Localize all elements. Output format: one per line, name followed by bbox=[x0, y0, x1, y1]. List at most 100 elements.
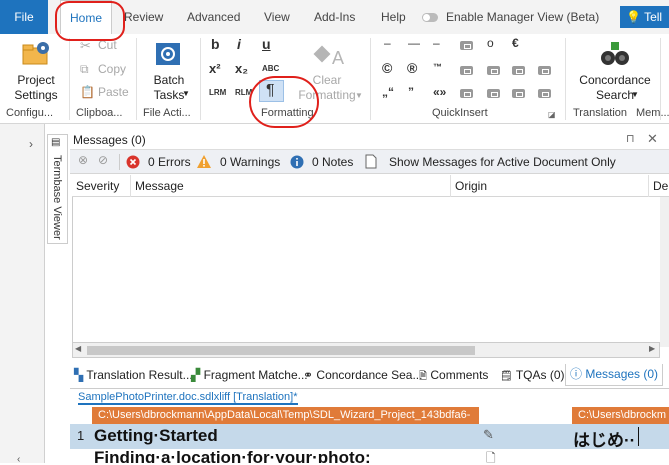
quickinsert-tag-icon[interactable] bbox=[538, 89, 551, 98]
copy-label: Copy bbox=[98, 62, 127, 76]
document-tab[interactable]: SamplePhotoPrinter.doc.sdlxliff [Transla… bbox=[78, 391, 298, 405]
translation-results-icon: ▚ bbox=[74, 368, 84, 382]
source-segment: Getting·Started bbox=[94, 426, 218, 445]
quickinsert-dash-2[interactable]: – bbox=[433, 36, 440, 50]
quickinsert-low-quotes[interactable]: „“ bbox=[382, 85, 394, 99]
group-label-configuration: Configu... bbox=[6, 107, 54, 119]
quickinsert-trademark[interactable]: ™ bbox=[433, 62, 442, 72]
clipboard-icon: 📋 bbox=[80, 85, 95, 99]
column-severity[interactable]: Severity bbox=[72, 175, 131, 197]
dialog-launcher-icon[interactable]: ◪ bbox=[548, 110, 556, 119]
clear-filter-icon[interactable]: ⊘ bbox=[98, 153, 108, 167]
segment-row[interactable]: Finding·a·location·for·your·photo: 🗋 bbox=[70, 449, 669, 463]
tab-advanced[interactable]: Advanced bbox=[187, 0, 240, 34]
warnings-count: 0 Warnings bbox=[220, 155, 281, 169]
column-details[interactable]: De bbox=[649, 175, 669, 197]
quickinsert-tag-icon[interactable] bbox=[460, 66, 473, 75]
panel-tab-bar: ▚ Translation Result... ▞ Fragment Match… bbox=[70, 364, 669, 386]
messages-title: Messages (0) bbox=[73, 133, 146, 147]
target-segment[interactable]: はじめ·· bbox=[573, 426, 635, 451]
lightbulb-icon: 💡 bbox=[626, 10, 641, 24]
tab-label: Fragment Matche... bbox=[203, 368, 308, 382]
tell-me-label: Tell bbox=[644, 10, 663, 24]
quickinsert-em-dash[interactable]: — bbox=[408, 36, 420, 50]
pin-icon[interactable]: ⊓ bbox=[626, 132, 635, 145]
comments-icon: 🗎 bbox=[419, 371, 428, 382]
column-message[interactable]: Message bbox=[131, 175, 451, 197]
group-label-file-actions: File Acti... bbox=[143, 107, 191, 119]
tab-concordance-search[interactable]: ⚭ Concordance Sea... bbox=[303, 368, 422, 382]
tab-label: Comments bbox=[430, 368, 489, 382]
tab-view[interactable]: View bbox=[264, 0, 290, 34]
chevron-right-icon[interactable]: › bbox=[29, 137, 33, 151]
info-icon: ⓘ bbox=[570, 367, 583, 381]
batch-tasks-label: Batch Tasks bbox=[153, 73, 185, 102]
superscript-button[interactable]: x² bbox=[209, 61, 221, 76]
tab-fragment-matches[interactable]: ▞ Fragment Matche... bbox=[191, 368, 308, 382]
quickinsert-guillemets[interactable]: «» bbox=[433, 85, 446, 99]
manager-view-toggle[interactable] bbox=[422, 13, 438, 22]
error-icon[interactable] bbox=[126, 155, 140, 169]
info-icon[interactable] bbox=[290, 155, 304, 169]
tab-add-ins[interactable]: Add-Ins bbox=[314, 0, 355, 34]
underline-button[interactable]: u bbox=[262, 36, 271, 52]
tell-me-box[interactable]: 💡 Tell bbox=[620, 6, 669, 28]
quickinsert-right-quotes[interactable]: ” bbox=[408, 85, 414, 99]
filter-icon[interactable]: ⊗ bbox=[78, 153, 88, 167]
batch-tasks-icon bbox=[156, 43, 180, 65]
segment-row[interactable]: 1 Getting·Started ✎ はじめ·· bbox=[70, 424, 669, 451]
chevron-down-icon: ▼ bbox=[631, 90, 639, 99]
quickinsert-registered[interactable]: ® bbox=[407, 60, 417, 76]
termbase-viewer-tab[interactable]: ▤ Termbase Viewer bbox=[47, 134, 68, 244]
quickinsert-tag-icon[interactable] bbox=[460, 89, 473, 98]
group-label-memory: Mem... bbox=[636, 107, 669, 119]
text-cursor bbox=[638, 427, 639, 446]
horizontal-scrollbar[interactable]: ◀ ▶ bbox=[72, 342, 660, 358]
document-icon[interactable] bbox=[365, 154, 377, 169]
column-origin[interactable]: Origin bbox=[451, 175, 649, 197]
small-caps-button[interactable]: ABC bbox=[262, 64, 279, 73]
italic-button[interactable]: i bbox=[237, 36, 241, 52]
bold-button[interactable]: b bbox=[211, 36, 220, 52]
document-tab-bar: SamplePhotoPrinter.doc.sdlxliff [Transla… bbox=[70, 388, 669, 406]
quickinsert-tag-icon[interactable] bbox=[460, 41, 473, 50]
group-label-translation: Translation bbox=[573, 107, 628, 119]
quickinsert-degree[interactable]: o bbox=[487, 36, 494, 50]
scrollbar-thumb[interactable] bbox=[87, 346, 475, 355]
pencil-icon: ✎ bbox=[483, 427, 494, 442]
quickinsert-euro[interactable]: € bbox=[512, 36, 519, 50]
annotation-circle-formatting bbox=[249, 76, 319, 128]
quickinsert-tag-icon[interactable] bbox=[538, 66, 551, 75]
vertical-scrollbar[interactable] bbox=[660, 197, 669, 347]
quickinsert-tag-icon[interactable] bbox=[487, 66, 500, 75]
quickinsert-copyright[interactable]: © bbox=[382, 60, 392, 76]
quickinsert-tag-icon[interactable] bbox=[512, 89, 525, 98]
chevron-down-icon: ▼ bbox=[182, 89, 190, 98]
tab-label: Concordance Sea... bbox=[316, 368, 423, 382]
lrm-button[interactable]: LRM bbox=[209, 88, 226, 97]
quickinsert-tag-icon[interactable] bbox=[487, 89, 500, 98]
project-settings-icon bbox=[22, 42, 49, 65]
project-settings-label: Project Settings bbox=[14, 73, 58, 102]
warning-icon[interactable] bbox=[196, 154, 212, 169]
fragment-matches-icon: ▞ bbox=[191, 368, 201, 382]
tab-translation-results[interactable]: ▚ Translation Result... bbox=[74, 368, 193, 382]
tab-review[interactable]: Review bbox=[124, 0, 163, 34]
scroll-right-icon[interactable]: ▶ bbox=[649, 344, 655, 353]
tab-file[interactable]: File bbox=[0, 0, 48, 34]
tab-messages[interactable]: ⓘ Messages (0) bbox=[565, 364, 664, 386]
quickinsert-tag-icon[interactable] bbox=[512, 66, 525, 75]
annotation-circle-home bbox=[55, 1, 125, 41]
chevron-left-icon[interactable]: ‹ bbox=[17, 454, 20, 465]
svg-text:A: A bbox=[332, 48, 344, 68]
tab-help[interactable]: Help bbox=[381, 0, 406, 34]
quickinsert-en-dash[interactable]: – bbox=[384, 36, 391, 50]
navigation-pane-collapsed: › ‹ bbox=[0, 124, 45, 465]
tab-tqas[interactable]: 🗒 TQAs (0) bbox=[500, 368, 565, 382]
ribbon: Project Settings ✂ Cut ⧉ Copy 📋 Paste Ba… bbox=[0, 34, 669, 124]
show-active-document-label[interactable]: Show Messages for Active Document Only bbox=[389, 155, 616, 169]
tab-comments[interactable]: 🗎 Comments bbox=[419, 368, 488, 386]
subscript-button[interactable]: x₂ bbox=[235, 61, 248, 76]
close-icon[interactable]: ✕ bbox=[647, 131, 658, 147]
scroll-left-icon[interactable]: ◀ bbox=[75, 344, 81, 353]
